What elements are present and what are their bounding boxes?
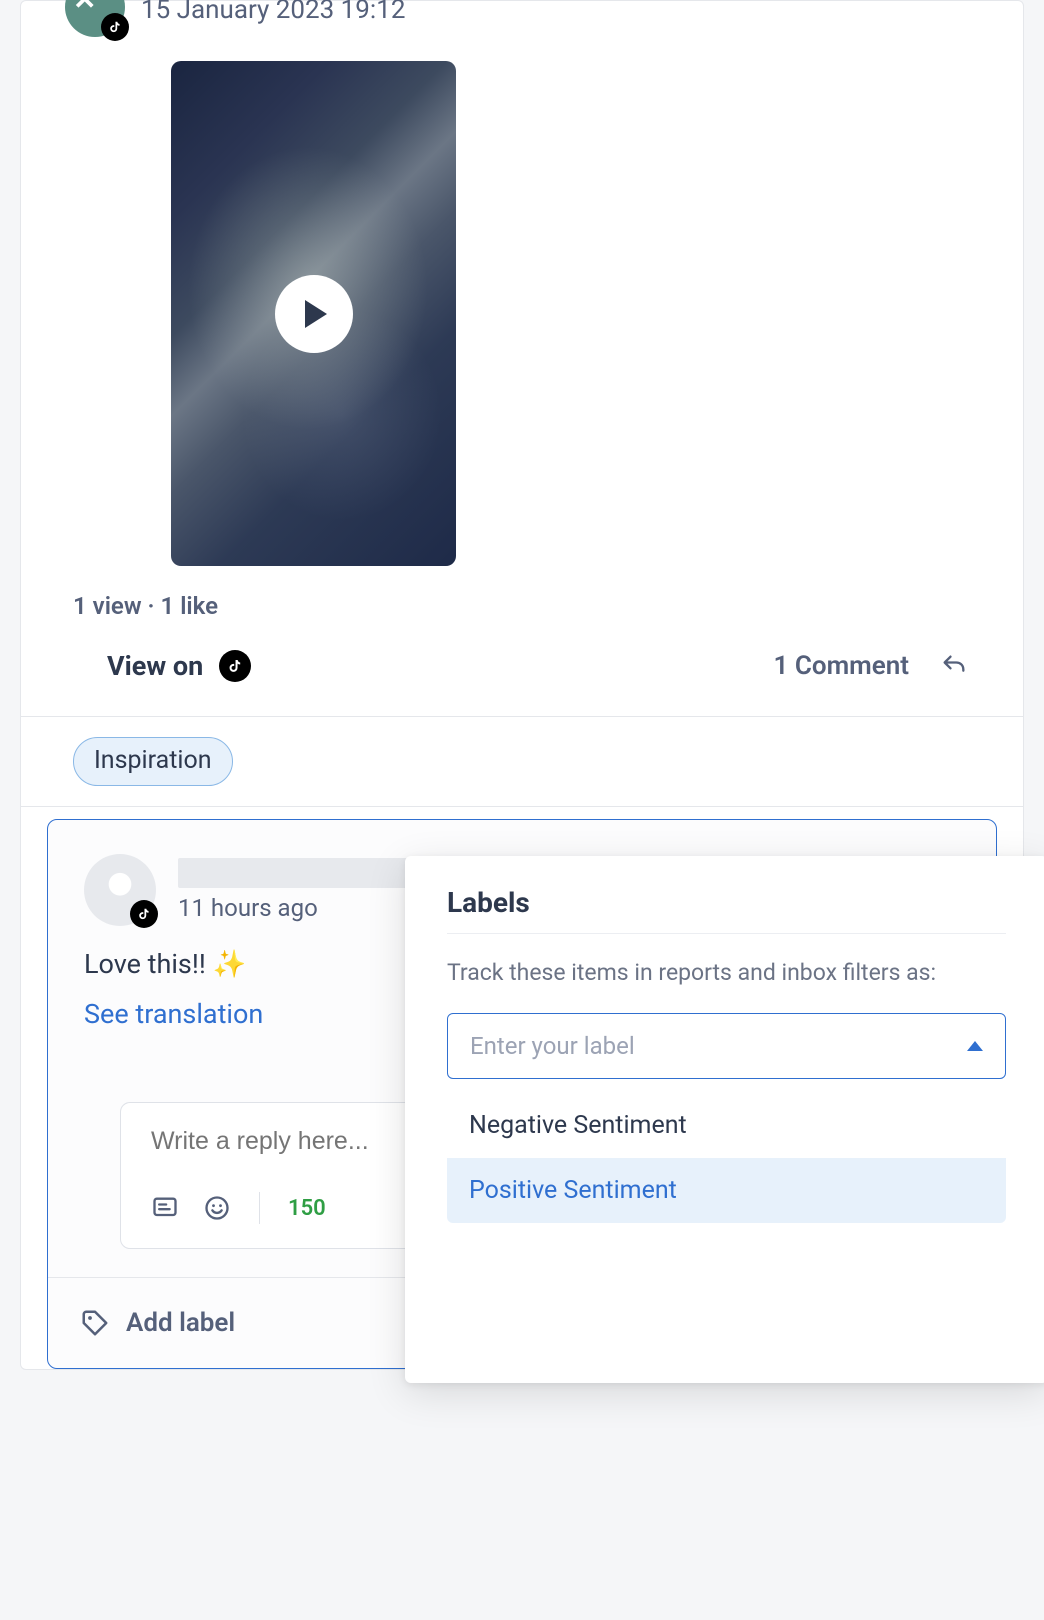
label-chip-inspiration[interactable]: Inspiration xyxy=(73,737,233,786)
play-icon[interactable] xyxy=(275,275,353,353)
saved-replies-icon[interactable] xyxy=(151,1194,179,1222)
add-label-text: Add label xyxy=(126,1308,235,1338)
see-translation-link[interactable]: See translation xyxy=(84,998,263,1030)
labels-popover-title: Labels xyxy=(447,886,1006,933)
sparkles-emoji: ✨ xyxy=(213,948,247,980)
comment-card: 11 hours ago Love this!! ✨ See translati… xyxy=(47,819,997,1369)
post-stats: 1 view · 1 like xyxy=(21,582,1023,650)
char-count: 150 xyxy=(288,1196,326,1221)
label-options: Negative Sentiment Positive Sentiment xyxy=(447,1093,1006,1223)
labels-popover: Labels Track these items in reports and … xyxy=(405,856,1044,1383)
comment-time: 11 hours ago xyxy=(178,894,408,922)
tag-icon xyxy=(80,1308,110,1338)
emoji-picker-icon[interactable] xyxy=(203,1194,231,1222)
avatar-glyph: ✕ xyxy=(73,0,96,16)
label-option-positive[interactable]: Positive Sentiment xyxy=(447,1158,1006,1223)
tiktok-icon xyxy=(130,900,158,928)
caret-up-icon xyxy=(967,1041,983,1051)
label-option-negative[interactable]: Negative Sentiment xyxy=(447,1093,1006,1158)
tiktok-icon xyxy=(219,650,251,682)
post-card: ✕ 15 January 2023 19:12 1 view · 1 like … xyxy=(20,0,1024,1370)
labels-popover-description: Track these items in reports and inbox f… xyxy=(447,956,1006,991)
view-on-label: View on xyxy=(107,650,203,682)
post-actions: View on 1 Comment xyxy=(21,650,1023,716)
label-combobox[interactable]: Enter your label xyxy=(447,1013,1006,1079)
labels-bar: Inspiration xyxy=(21,717,1023,806)
video-thumbnail-wrap xyxy=(21,37,1023,582)
comment-count[interactable]: 1 Comment xyxy=(774,651,909,681)
view-on-link[interactable]: View on xyxy=(107,650,251,682)
post-timestamp: 15 January 2023 19:12 xyxy=(141,0,405,25)
tiktok-icon xyxy=(101,13,129,41)
post-header: ✕ 15 January 2023 19:12 xyxy=(21,1,1023,37)
comment-avatar xyxy=(84,854,156,926)
reply-icon[interactable] xyxy=(937,652,971,680)
video-thumbnail[interactable] xyxy=(171,61,456,566)
post-avatar: ✕ xyxy=(65,0,125,37)
comment-username-redacted xyxy=(178,858,408,888)
label-input-placeholder: Enter your label xyxy=(470,1032,635,1060)
